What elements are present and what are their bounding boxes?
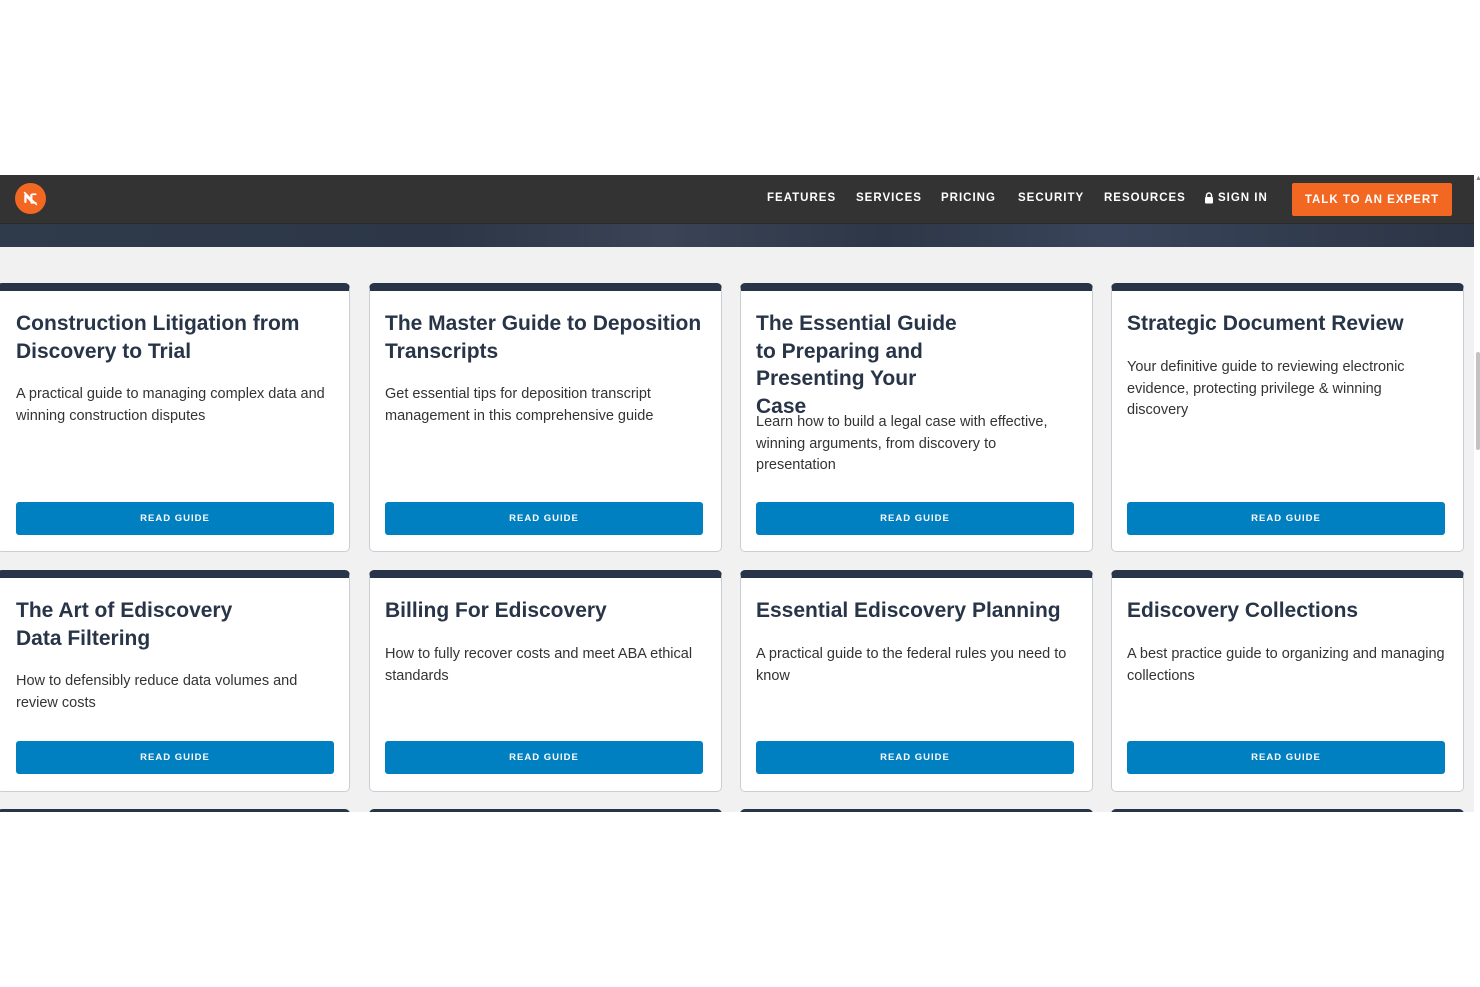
scrollbar-thumb[interactable] — [1476, 352, 1480, 450]
lock-icon — [1205, 192, 1213, 204]
guide-card: The Essential Guide to Preparing and Pre… — [740, 283, 1093, 552]
read-guide-button[interactable]: READ GUIDE — [385, 741, 703, 774]
nav-services[interactable]: SERVICES — [856, 192, 922, 204]
nav-features[interactable]: FEATURES — [767, 192, 836, 204]
guide-card-title[interactable]: Construction Litigation from Discovery t… — [16, 310, 331, 365]
guide-card-description: Your definitive guide to reviewing elect… — [1127, 359, 1405, 418]
read-guide-button[interactable]: READ GUIDE — [16, 741, 334, 774]
brand-logo-icon — [23, 191, 38, 206]
guide-card-partial — [740, 809, 1093, 812]
browser-viewport: FEATURES SERVICES PRICING SECURITY RESOU… — [0, 175, 1474, 812]
read-guide-button[interactable]: READ GUIDE — [756, 741, 1074, 774]
guide-card-title[interactable]: The Essential Guide to Preparing and Pre… — [756, 310, 972, 420]
guide-card-description: Learn how to build a legal case with eff… — [756, 414, 1048, 473]
guide-card-description: How to defensibly reduce data volumes an… — [16, 673, 298, 711]
read-guide-button[interactable]: READ GUIDE — [1127, 741, 1445, 774]
guide-card-title[interactable]: The Master Guide to Deposition Transcrip… — [385, 310, 703, 365]
guide-card-title[interactable]: Billing For Ediscovery — [385, 597, 703, 625]
nav-sign-in[interactable]: SIGN IN — [1204, 192, 1268, 204]
guide-card-description: Get essential tips for deposition transc… — [385, 386, 654, 424]
scroll-up-arrow-icon[interactable]: ▲ — [1475, 175, 1480, 182]
guide-card: The Master Guide to Deposition Transcrip… — [369, 283, 722, 552]
guide-card-title[interactable]: Essential Ediscovery Planning — [756, 597, 1074, 625]
guide-card: Billing For Ediscovery How to fully reco… — [369, 570, 722, 792]
hero-banner-edge — [0, 224, 1474, 247]
nav-security[interactable]: SECURITY — [1018, 192, 1084, 204]
read-guide-button[interactable]: READ GUIDE — [1127, 502, 1445, 535]
guide-card: Strategic Document Review Your definitiv… — [1111, 283, 1464, 552]
guide-card-description: How to fully recover costs and meet ABA … — [385, 646, 693, 684]
read-guide-button[interactable]: READ GUIDE — [16, 502, 334, 535]
read-guide-button[interactable]: READ GUIDE — [756, 502, 1074, 535]
talk-to-expert-button[interactable]: TALK TO AN EXPERT — [1292, 183, 1452, 216]
guide-card-partial — [369, 809, 722, 812]
guide-card-partial — [1111, 809, 1464, 812]
guide-card-description: A practical guide to the federal rules y… — [756, 646, 1067, 684]
guide-card: Construction Litigation from Discovery t… — [0, 283, 350, 552]
nav-resources[interactable]: RESOURCES — [1104, 192, 1186, 204]
brand-logo[interactable] — [15, 183, 46, 214]
guide-card-partial — [0, 809, 350, 812]
top-navbar: FEATURES SERVICES PRICING SECURITY RESOU… — [0, 175, 1474, 224]
sign-in-label: SIGN IN — [1218, 192, 1268, 204]
guide-card-title[interactable]: Ediscovery Collections — [1127, 597, 1445, 625]
guide-card-description: A best practice guide to organizing and … — [1127, 646, 1445, 684]
guide-card-title[interactable]: The Art of Ediscovery Data Filtering — [16, 597, 249, 652]
read-guide-button[interactable]: READ GUIDE — [385, 502, 703, 535]
nav-pricing[interactable]: PRICING — [941, 192, 996, 204]
guide-card: Ediscovery Collections A best practice g… — [1111, 570, 1464, 792]
guide-card: Essential Ediscovery Planning A practica… — [740, 570, 1093, 792]
guide-card-description: A practical guide to managing complex da… — [16, 386, 325, 424]
guide-card: The Art of Ediscovery Data Filtering How… — [0, 570, 350, 792]
guide-card-title[interactable]: Strategic Document Review — [1127, 310, 1445, 338]
